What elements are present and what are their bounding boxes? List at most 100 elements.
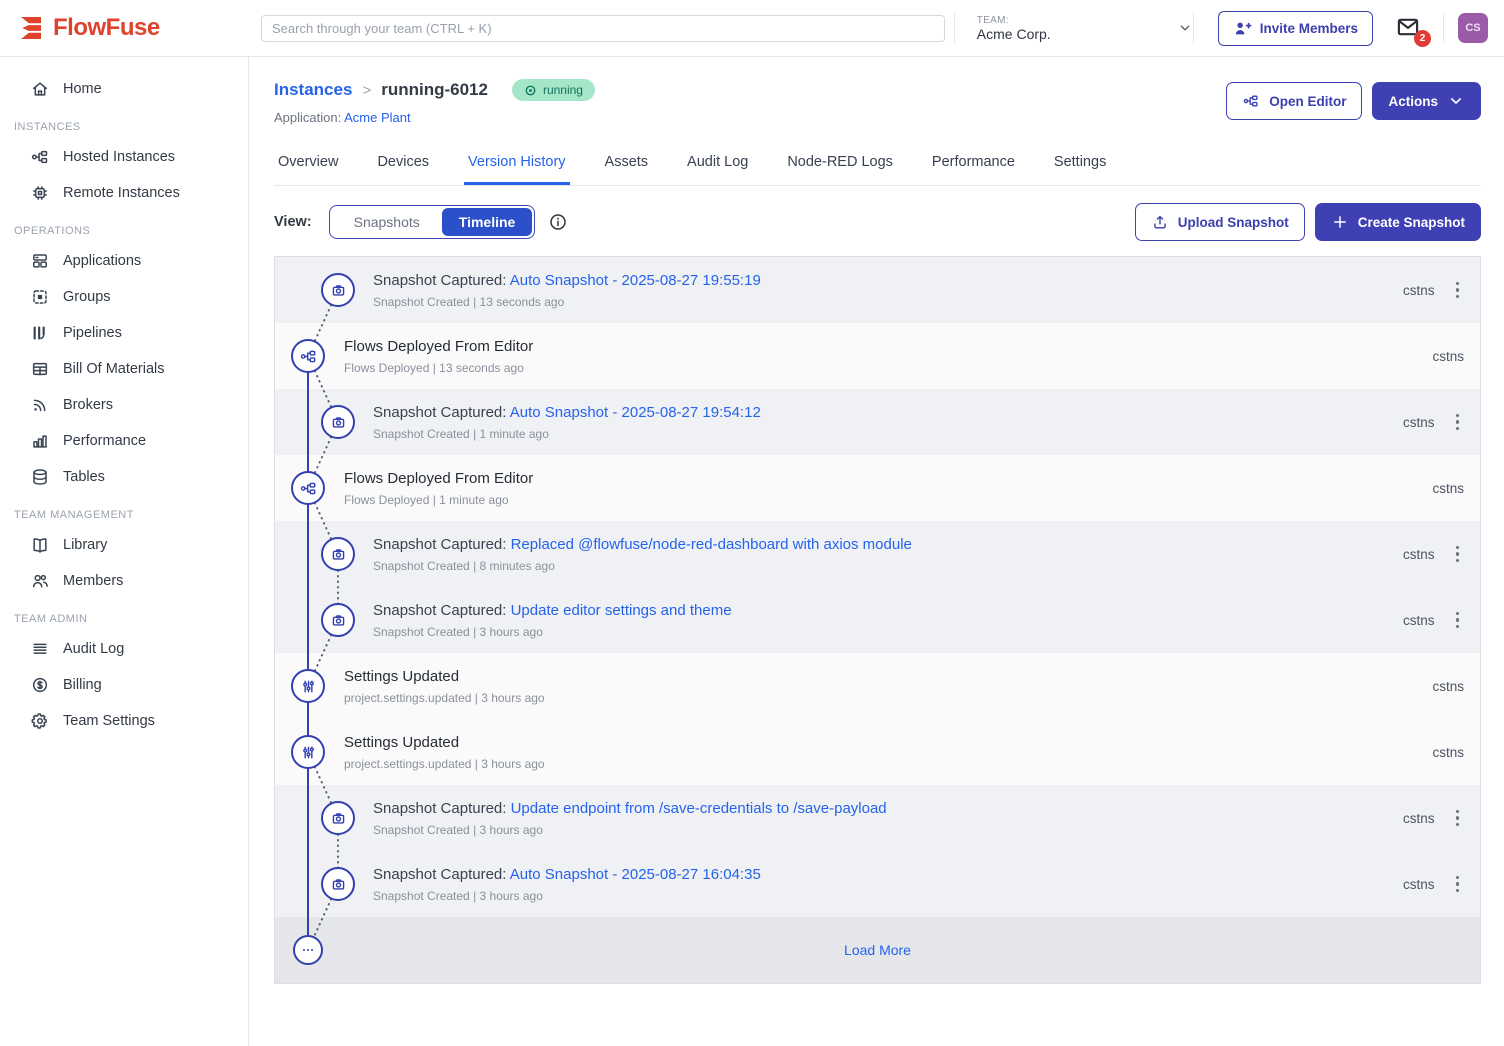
sidebar-item-performance[interactable]: Performance [0,423,248,459]
sidebar-section-team-management: TEAM MANAGEMENT [0,495,248,527]
timeline-row: Flows Deployed From EditorFlows Deployed… [275,323,1480,389]
sidebar-item-brokers[interactable]: Brokers [0,387,248,423]
hosted-icon [30,147,50,167]
snapshot-link[interactable]: Update endpoint from /save-credentials t… [511,800,887,817]
snapshot-link[interactable]: Auto Snapshot - 2025-08-27 16:04:35 [510,866,761,883]
timeline-row: Snapshot Captured: Auto Snapshot - 2025-… [275,851,1480,917]
snapshot-title-prefix: Snapshot Captured: [373,404,510,421]
deploy-node-icon [291,471,325,505]
row-user: cstns [1432,745,1464,760]
row-menu-button[interactable] [1451,410,1465,435]
event-meta: Snapshot Created | 3 hours ago [373,625,732,639]
sidebar-item-home[interactable]: Home [0,71,248,107]
load-more-button[interactable]: Load More [844,942,911,958]
sidebar-item-label: Hosted Instances [63,149,175,165]
row-menu-button[interactable] [1451,806,1465,831]
tab-overview[interactable]: Overview [274,145,342,185]
create-snapshot-button[interactable]: Create Snapshot [1315,203,1481,241]
row-user: cstns [1403,877,1435,892]
invite-members-button[interactable]: Invite Members [1218,11,1373,46]
snapshot-link[interactable]: Auto Snapshot - 2025-08-27 19:54:12 [510,404,761,421]
event-meta: project.settings.updated | 3 hours ago [344,691,545,705]
row-menu-button[interactable] [1451,278,1465,303]
info-icon [548,212,568,232]
row-menu-button[interactable] [1451,542,1465,567]
snapshot-link[interactable]: Replaced @flowfuse/node-red-dashboard wi… [511,536,912,553]
timeline-row: Snapshot Captured: Auto Snapshot - 2025-… [275,389,1480,455]
sidebar-item-team-settings[interactable]: Team Settings [0,703,248,739]
tab-devices[interactable]: Devices [373,145,433,185]
remote-icon [30,183,50,203]
settings-icon [30,711,50,731]
sidebar-item-label: Billing [63,677,102,693]
create-snapshot-label: Create Snapshot [1358,215,1465,230]
sidebar-item-billing[interactable]: Billing [0,667,248,703]
status-badge: running [512,79,595,101]
upload-snapshot-button[interactable]: Upload Snapshot [1135,203,1305,241]
sidebar-item-tables[interactable]: Tables [0,459,248,495]
event-title: Settings Updated [344,734,459,751]
timeline-row: Settings Updated project.settings.updated… [275,653,1480,719]
notifications-button[interactable]: 2 [1395,14,1421,43]
breadcrumb-instances-link[interactable]: Instances [274,80,352,100]
camera-icon [321,801,355,835]
load-more-row: Load More [275,917,1480,983]
notifications-badge: 2 [1414,30,1431,47]
version-history-toolbar: View: Snapshots Timeline Upload Snapshot… [274,201,1481,243]
sidebar-item-bill-of-materials[interactable]: Bill Of Materials [0,351,248,387]
team-selector[interactable]: TEAM: Acme Corp. [977,15,1193,42]
node-editor-icon [1242,92,1260,110]
tab-performance[interactable]: Performance [928,145,1019,185]
sidebar-item-applications[interactable]: Applications [0,243,248,279]
snapshot-link[interactable]: Update editor settings and theme [511,602,732,619]
search-input[interactable] [261,15,945,42]
row-menu-button[interactable] [1451,608,1465,633]
tab-assets[interactable]: Assets [601,145,653,185]
application-link[interactable]: Acme Plant [344,110,410,125]
tab-audit-log[interactable]: Audit Log [683,145,752,185]
timeline-row: Snapshot Captured: Update editor setting… [275,587,1480,653]
sidebar-item-label: Brokers [63,397,113,413]
open-editor-button[interactable]: Open Editor [1226,82,1362,120]
timeline: Snapshot Captured: Auto Snapshot - 2025-… [274,256,1481,984]
tab-version-history[interactable]: Version History [464,145,570,185]
home-icon [30,79,50,99]
user-avatar[interactable]: CS [1458,13,1488,43]
info-button[interactable] [548,212,568,232]
sidebar-item-label: Groups [63,289,111,305]
actions-label: Actions [1388,94,1438,109]
event-title: Flows Deployed From Editor [344,470,533,487]
actions-button[interactable]: Actions [1372,82,1481,120]
applications-icon [30,251,50,271]
row-user: cstns [1432,349,1464,364]
header-divider [1193,13,1194,43]
instance-name: running-6012 [381,80,488,100]
camera-icon [321,405,355,439]
tab-node-red-logs[interactable]: Node-RED Logs [783,145,897,185]
sidebar-item-hosted-instances[interactable]: Hosted Instances [0,139,248,175]
sliders-icon [291,669,325,703]
sidebar-item-groups[interactable]: Groups [0,279,248,315]
sidebar-item-members[interactable]: Members [0,563,248,599]
snapshot-title-prefix: Snapshot Captured: [373,800,511,817]
sidebar-item-audit-log[interactable]: Audit Log [0,631,248,667]
sidebar-item-pipelines[interactable]: Pipelines [0,315,248,351]
row-user: cstns [1432,481,1464,496]
timeline-toggle[interactable]: Timeline [442,208,533,236]
members-icon [30,571,50,591]
sidebar-item-label: Tables [63,469,105,485]
sidebar-item-library[interactable]: Library [0,527,248,563]
brokers-icon [30,395,50,415]
header-divider [954,13,955,43]
sliders-icon [291,735,325,769]
row-menu-button[interactable] [1451,872,1465,897]
tab-settings[interactable]: Settings [1050,145,1110,185]
sidebar-item-label: Audit Log [63,641,124,657]
sidebar-item-remote-instances[interactable]: Remote Instances [0,175,248,211]
main-content: Instances > running-6012 running Applica… [249,57,1504,1046]
more-dots-icon[interactable] [293,935,323,965]
row-user: cstns [1403,547,1435,562]
snapshot-link[interactable]: Auto Snapshot - 2025-08-27 19:55:19 [510,272,761,289]
snapshots-toggle[interactable]: Snapshots [332,208,442,236]
event-title: Settings Updated [344,668,459,685]
